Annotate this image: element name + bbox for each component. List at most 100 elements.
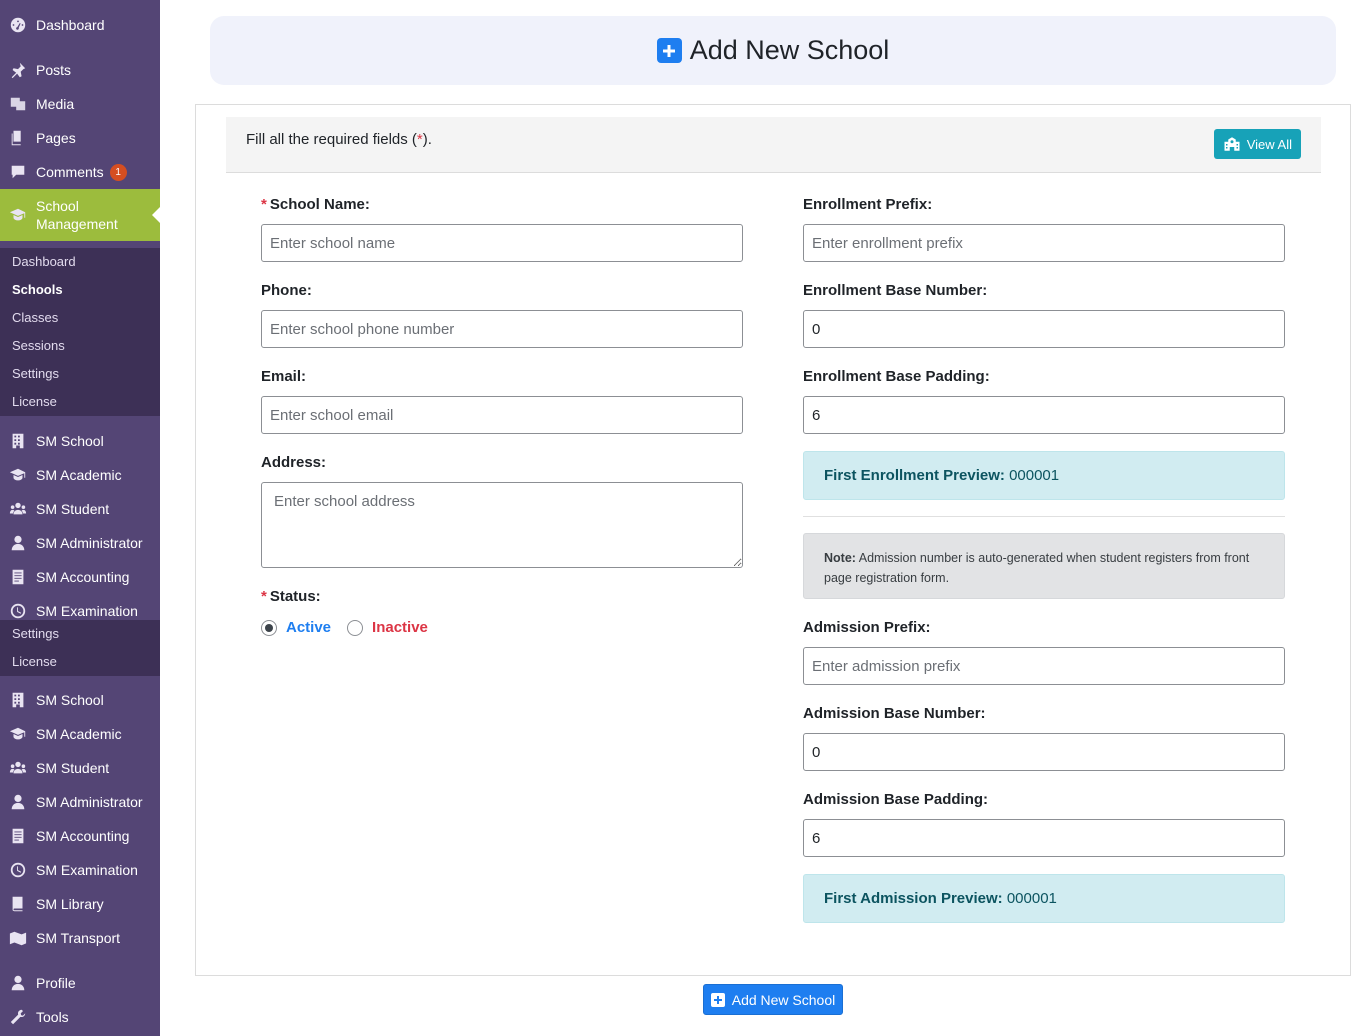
- card-header: Fill all the required fields (*). View A…: [226, 117, 1321, 173]
- status-inactive-radio[interactable]: [347, 619, 364, 636]
- email-input[interactable]: [261, 396, 743, 434]
- add-new-school-button[interactable]: Add New School: [703, 984, 843, 1015]
- menu-pages[interactable]: Pages: [0, 121, 160, 155]
- enrollment-preview-box: First Enrollment Preview: 000001: [803, 451, 1285, 500]
- pin-icon: [8, 60, 28, 80]
- admission-prefix-label: Admission Prefix:: [803, 619, 931, 636]
- menu-label: SM Administrator: [36, 794, 143, 810]
- invoice-icon: [8, 567, 28, 587]
- graduation-cap-icon: [8, 205, 28, 225]
- menu-sm-accounting[interactable]: SM Accounting: [0, 560, 160, 594]
- user-tie-icon: [8, 533, 28, 553]
- phone-input[interactable]: [261, 310, 743, 348]
- menu-label: SM Transport: [36, 930, 121, 946]
- menu-dashboard[interactable]: Dashboard: [0, 8, 160, 42]
- menu-sm-academic[interactable]: SM Academic: [0, 717, 160, 751]
- menu-label: Pages: [36, 130, 76, 146]
- menu-label: School Management: [36, 198, 118, 232]
- enrollment-base-padding-input[interactable]: [803, 396, 1285, 434]
- section-divider: [803, 516, 1285, 517]
- submenu-license[interactable]: License: [0, 648, 160, 676]
- menu-sm-library[interactable]: SM Library: [0, 887, 160, 921]
- menu-sm-transport[interactable]: SM Transport: [0, 921, 160, 955]
- menu-label: Posts: [36, 62, 72, 78]
- menu-label: SM Student: [36, 760, 110, 776]
- menu-label: SM Examination: [36, 862, 138, 878]
- menu-label: SM Student: [36, 501, 110, 517]
- submenu-schools[interactable]: Schools: [0, 276, 160, 304]
- active-menu-arrow: [152, 207, 160, 223]
- status-label: * Status:: [261, 588, 321, 605]
- user-tie-icon: [8, 792, 28, 812]
- enrollment-prefix-input[interactable]: [803, 224, 1285, 262]
- school-name-label: * School Name:: [261, 196, 370, 213]
- enrollment-prefix-label: Enrollment Prefix:: [803, 196, 933, 213]
- menu-tools[interactable]: Tools: [0, 1000, 160, 1034]
- note-text: Fill all the required fields (: [246, 131, 417, 148]
- address-textarea[interactable]: [261, 482, 743, 568]
- menu-label: SM Academic: [36, 726, 122, 742]
- enrollment-base-number-input[interactable]: [803, 310, 1285, 348]
- menu-sm-academic[interactable]: SM Academic: [0, 458, 160, 492]
- admission-base-padding-input[interactable]: [803, 819, 1285, 857]
- menu-sm-accounting[interactable]: SM Accounting: [0, 819, 160, 853]
- menu-school-management[interactable]: School Management: [0, 189, 160, 241]
- submenu-sessions[interactable]: Sessions: [0, 332, 160, 360]
- menu-label: SM School: [36, 692, 104, 708]
- status-inactive-label[interactable]: Inactive: [372, 619, 428, 636]
- admission-preview-label: First Admission Preview:: [824, 890, 1003, 907]
- plus-square-icon: [656, 38, 682, 63]
- admission-preview-value: 000001: [1006, 890, 1057, 907]
- admission-prefix-input[interactable]: [803, 647, 1285, 685]
- menu-sm-student[interactable]: SM Student: [0, 492, 160, 526]
- enrollment-base-padding-label: Enrollment Base Padding:: [803, 368, 990, 385]
- school-management-submenu: Dashboard Schools Classes Sessions Setti…: [0, 248, 160, 416]
- status-active-radio[interactable]: [261, 619, 277, 636]
- label-text: School Name:: [269, 196, 370, 213]
- school-name-input[interactable]: [261, 224, 743, 262]
- menu-label: SM Academic: [36, 467, 122, 483]
- submenu-settings[interactable]: Settings: [0, 620, 160, 648]
- email-label: Email:: [261, 368, 307, 385]
- graduation-cap-icon: [8, 465, 28, 485]
- menu-label: Tools: [36, 1009, 69, 1025]
- menu-label: Profile: [36, 975, 76, 991]
- menu-sm-administrator[interactable]: SM Administrator: [0, 785, 160, 819]
- enrollment-preview-label: First Enrollment Preview:: [824, 467, 1005, 484]
- school-icon: [1224, 137, 1240, 151]
- admission-base-number-input[interactable]: [803, 733, 1285, 771]
- media-icon: [8, 94, 28, 114]
- menu-label: SM Examination: [36, 603, 138, 619]
- note-label: Note:: [824, 551, 856, 565]
- book-icon: [8, 894, 28, 914]
- menu-posts[interactable]: Posts: [0, 53, 160, 87]
- sm-examination-submenu: Settings License: [0, 620, 160, 676]
- wrench-icon: [8, 1007, 28, 1027]
- menu-label: SM Library: [36, 896, 104, 912]
- menu-label: Dashboard: [36, 17, 105, 33]
- menu-sm-school[interactable]: SM School: [0, 424, 160, 458]
- view-all-button[interactable]: View All: [1213, 129, 1301, 159]
- submenu-dashboard[interactable]: Dashboard: [0, 248, 160, 276]
- enrollment-preview-value: 000001: [1009, 467, 1060, 484]
- comments-icon: [8, 162, 28, 182]
- page-header: Add New School: [210, 16, 1336, 85]
- menu-label: SM Administrator: [36, 535, 143, 551]
- menu-label: Media: [36, 96, 75, 112]
- menu-profile[interactable]: Profile: [0, 966, 160, 1000]
- status-active-label[interactable]: Active: [286, 619, 331, 636]
- menu-sm-student[interactable]: SM Student: [0, 751, 160, 785]
- menu-sm-school[interactable]: SM School: [0, 683, 160, 717]
- admin-sidebar: Dashboard Posts Media Pages Comments 1 S…: [0, 0, 160, 1036]
- submenu-license[interactable]: License: [0, 388, 160, 416]
- menu-media[interactable]: Media: [0, 87, 160, 121]
- label-text: Status:: [269, 588, 321, 605]
- menu-sm-examination[interactable]: SM Examination: [0, 853, 160, 887]
- menu-label: SM Accounting: [36, 828, 130, 844]
- menu-sm-administrator[interactable]: SM Administrator: [0, 526, 160, 560]
- submenu-classes[interactable]: Classes: [0, 304, 160, 332]
- menu-comments[interactable]: Comments 1: [0, 155, 160, 189]
- page-title: Add New School: [689, 35, 890, 65]
- admission-base-number-label: Admission Base Number:: [803, 705, 986, 722]
- submenu-settings[interactable]: Settings: [0, 360, 160, 388]
